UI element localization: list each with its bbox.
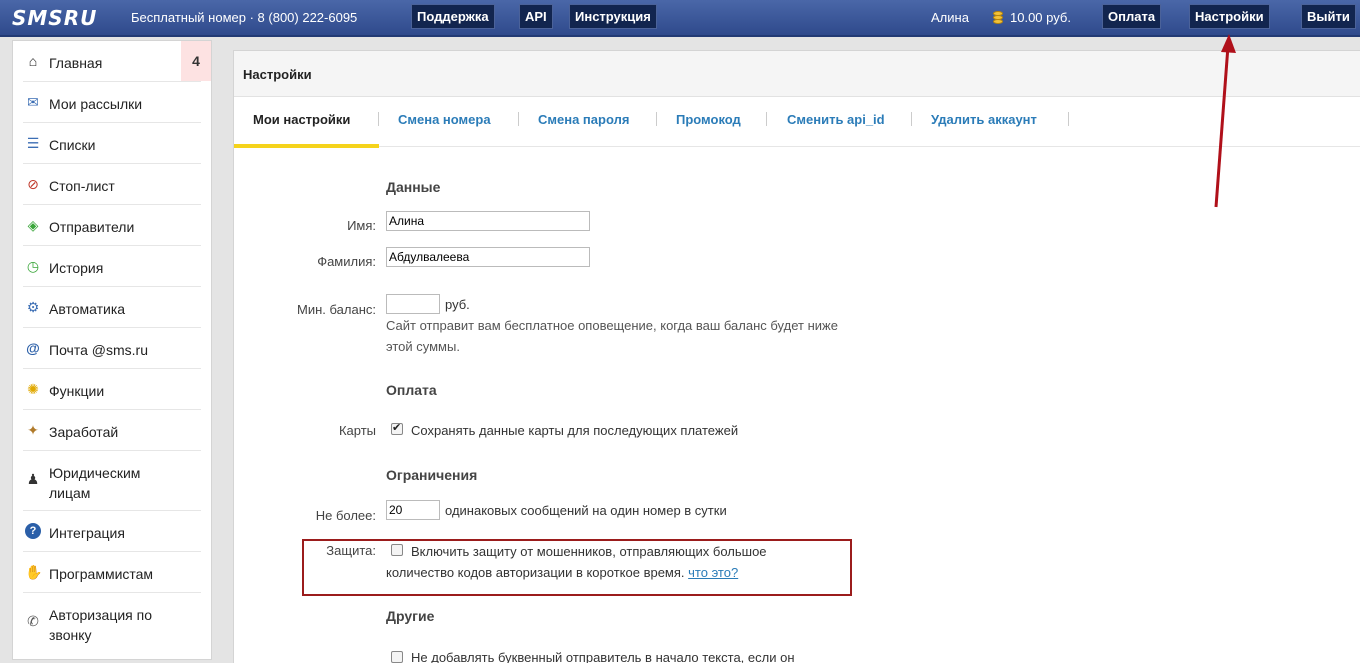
pay-button[interactable]: Оплата xyxy=(1102,4,1162,29)
instruction-button[interactable]: Инструкция xyxy=(569,4,657,29)
sidebar-item-label: Юридическим лицам xyxy=(49,465,141,501)
logout-button[interactable]: Выйти xyxy=(1301,4,1356,29)
top-bar: SMSRU Бесплатный номер · 8 (800) 222-609… xyxy=(0,0,1360,37)
notification-badge: 4 xyxy=(181,41,211,81)
help-icon: ? xyxy=(25,523,41,539)
other-section-title: Другие xyxy=(386,608,435,624)
no-more-label: Не более: xyxy=(315,508,376,523)
at-icon: @ xyxy=(26,340,40,356)
payment-section-title: Оплата xyxy=(386,382,437,398)
what-is-this-link[interactable]: что это? xyxy=(688,565,738,580)
tab-delete-account[interactable]: Удалить аккаунт xyxy=(931,112,1037,127)
save-cards-checkbox[interactable] xyxy=(391,421,403,435)
protection-label: Защита: xyxy=(326,543,376,558)
last-name-field[interactable] xyxy=(386,247,590,267)
phone-icon: ✆ xyxy=(27,613,39,629)
sidebar-item-developers[interactable]: ✋ Программистам xyxy=(23,552,201,593)
history-icon: ◷ xyxy=(26,258,40,274)
robot-icon: ⚙ xyxy=(26,299,40,315)
tab-change-number[interactable]: Смена номера xyxy=(398,112,491,127)
tag-icon: ◈ xyxy=(27,217,39,233)
sidebar-item-automation[interactable]: ⚙ Автоматика xyxy=(23,287,201,328)
sidebar-item-label: Стоп-лист xyxy=(49,178,115,194)
settings-button[interactable]: Настройки xyxy=(1189,4,1270,29)
mail-stack-icon: ✉ xyxy=(27,94,39,110)
sidebar-item-home[interactable]: ⌂ Главная 4 xyxy=(23,41,211,82)
no-sender-prefix-text: Не добавлять буквенный отправитель в нач… xyxy=(411,650,795,663)
min-balance-hint: Сайт отправит вам бесплатное оповещение,… xyxy=(386,318,838,354)
sidebar: ⌂ Главная 4 ✉ Мои рассылки ☰ Списки ⊘ Ст… xyxy=(12,40,212,660)
active-tab-indicator xyxy=(234,144,379,148)
sidebar-item-label: Почта @sms.ru xyxy=(49,342,148,358)
coins-icon xyxy=(991,9,1005,25)
list-icon: ☰ xyxy=(26,135,40,151)
no-sender-prefix-checkbox[interactable] xyxy=(391,651,403,663)
sidebar-item-label: Списки xyxy=(49,137,96,153)
logo[interactable]: SMSRU xyxy=(12,6,97,30)
support-button[interactable]: Поддержка xyxy=(411,4,495,29)
panel-header: Настройки xyxy=(234,51,1360,97)
sidebar-item-earn[interactable]: ✦ Заработай xyxy=(23,410,201,451)
min-balance-label: Мин. баланс: xyxy=(297,302,376,317)
stop-list-icon: ⊘ xyxy=(27,176,39,192)
tab-change-password[interactable]: Смена пароля xyxy=(538,112,629,127)
tab-promocode[interactable]: Промокод xyxy=(676,112,741,127)
balance-text: 10.00 руб. xyxy=(1010,10,1071,25)
lightbulb-icon: ✺ xyxy=(27,381,39,397)
sidebar-item-label: Авторизация по звонку xyxy=(49,607,152,643)
handshake-icon: ✦ xyxy=(27,422,39,438)
protection-text: Включить защиту от мошенников, отправляю… xyxy=(386,541,826,583)
no-more-text: одинаковых сообщений на один номер в сут… xyxy=(445,503,727,518)
user-name[interactable]: Алина xyxy=(931,10,969,25)
cards-label: Карты xyxy=(338,423,376,438)
settings-panel: Настройки Мои настройки Смена номера Сме… xyxy=(233,50,1360,663)
sidebar-item-mail[interactable]: @ Почта @sms.ru xyxy=(23,328,201,369)
sidebar-item-senders[interactable]: ◈ Отправители xyxy=(23,205,201,246)
first-name-label: Имя: xyxy=(347,218,376,233)
home-icon: ⌂ xyxy=(28,53,38,69)
sidebar-item-lists[interactable]: ☰ Списки xyxy=(23,123,201,164)
tab-my-settings[interactable]: Мои настройки xyxy=(253,112,350,127)
free-number-text: Бесплатный номер · 8 (800) 222-6095 xyxy=(131,10,358,25)
tab-change-api-id[interactable]: Сменить api_id xyxy=(787,112,885,127)
data-section-title: Данные xyxy=(386,179,441,195)
limits-section-title: Ограничения xyxy=(386,467,478,483)
sidebar-item-stop-list[interactable]: ⊘ Стоп-лист xyxy=(23,164,201,205)
hand-icon: ✋ xyxy=(25,564,43,580)
sidebar-item-label: История xyxy=(49,260,104,276)
sidebar-item-integration[interactable]: ? Интеграция xyxy=(23,511,201,552)
no-more-field[interactable] xyxy=(386,500,440,520)
page-title: Настройки xyxy=(243,67,312,82)
save-cards-text: Сохранять данные карты для последующих п… xyxy=(411,423,739,438)
sidebar-item-history[interactable]: ◷ История xyxy=(23,246,201,287)
first-name-field[interactable] xyxy=(386,211,590,231)
sidebar-item-label: Главная xyxy=(49,55,103,71)
min-balance-field[interactable] xyxy=(386,294,440,314)
sidebar-item-label: Заработай xyxy=(49,424,119,440)
sidebar-item-label: Интеграция xyxy=(49,525,125,541)
settings-tabs: Мои настройки Смена номера Смена пароля … xyxy=(234,98,1360,147)
sidebar-item-call-auth[interactable]: ✆ Авторизация по звонку xyxy=(23,593,201,653)
businessman-icon: ♟ xyxy=(26,471,40,487)
sidebar-item-label: Отправители xyxy=(49,219,135,235)
sidebar-item-label: Функции xyxy=(49,383,105,399)
sidebar-item-label: Мои рассылки xyxy=(49,96,143,112)
sidebar-item-label: Программистам xyxy=(49,566,154,582)
last-name-label: Фамилия: xyxy=(317,254,376,269)
sidebar-item-mailings[interactable]: ✉ Мои рассылки xyxy=(23,82,201,123)
sidebar-item-functions[interactable]: ✺ Функции xyxy=(23,369,201,410)
currency-label: руб. xyxy=(445,297,470,312)
api-button[interactable]: API xyxy=(519,4,553,29)
sidebar-item-legal[interactable]: ♟ Юридическим лицам xyxy=(23,451,201,511)
sidebar-item-label: Автоматика xyxy=(49,301,126,317)
